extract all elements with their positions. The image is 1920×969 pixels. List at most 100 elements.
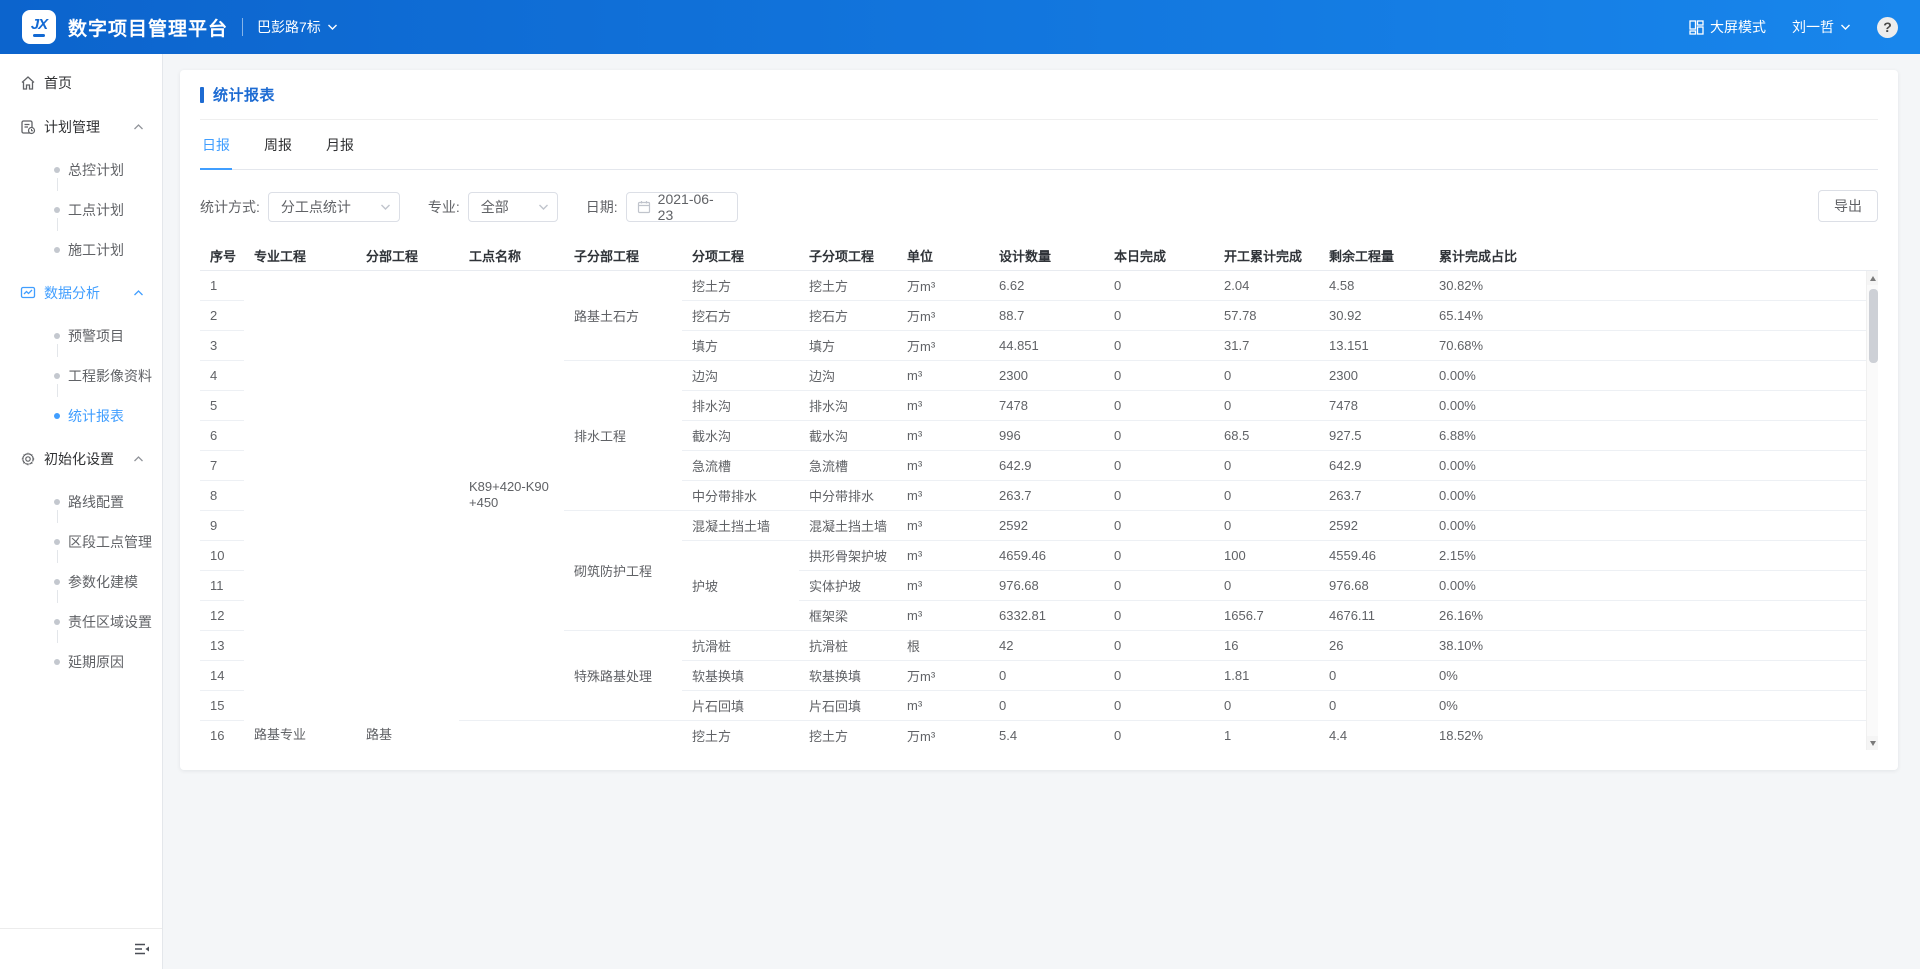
column-header: 本日完成 [1104, 242, 1214, 270]
chevron-up-icon [133, 455, 144, 463]
table-cell: 片石回填 [682, 690, 799, 720]
table-cell: 0 [1104, 690, 1214, 720]
user-menu[interactable]: 刘一哲 [1792, 17, 1851, 37]
table-cell: 2.15% [1429, 540, 1878, 570]
sidebar-subitem[interactable]: 施工计划 [0, 230, 162, 270]
table-cell: 976.68 [989, 570, 1104, 600]
table-cell: 976.68 [1319, 570, 1429, 600]
stat-method-value: 分工点统计 [281, 197, 380, 217]
sidebar-subitem[interactable]: 责任区域设置 [0, 602, 162, 642]
date-value: 2021-06-23 [658, 191, 727, 223]
tab-monthly[interactable]: 月报 [324, 135, 356, 169]
table-cell: 7 [200, 450, 244, 480]
column-header: 剩余工程量 [1319, 242, 1429, 270]
table-cell: m³ [897, 510, 989, 540]
table-cell: 13 [200, 630, 244, 660]
date-picker[interactable]: 2021-06-23 [626, 192, 738, 222]
table-cell: 0 [1104, 720, 1214, 750]
table-cell: 片石回填 [799, 690, 897, 720]
table-cell: 截水沟 [682, 420, 799, 450]
table-cell: 26.16% [1429, 600, 1878, 630]
table-cell: 7478 [989, 390, 1104, 420]
table-cell: 2300 [1319, 360, 1429, 390]
sidebar-subitem-label: 总控计划 [68, 160, 124, 180]
tab-daily[interactable]: 日报 [200, 135, 232, 169]
big-screen-mode-button[interactable]: 大屏模式 [1689, 17, 1766, 37]
table-cell: m³ [897, 600, 989, 630]
scroll-down-button[interactable] [1867, 736, 1878, 750]
help-icon[interactable]: ? [1877, 17, 1898, 38]
table-cell: 0 [1104, 450, 1214, 480]
table-cell: m³ [897, 360, 989, 390]
table-cell: 3 [200, 330, 244, 360]
table-cell: 1 [1214, 720, 1319, 750]
scroll-up-button[interactable] [1867, 271, 1878, 285]
export-button[interactable]: 导出 [1818, 190, 1878, 222]
table-cell: 57.78 [1214, 300, 1319, 330]
chevron-down-icon [327, 23, 338, 31]
table-cell: 263.7 [1319, 480, 1429, 510]
table-cell: 万m³ [897, 330, 989, 360]
table-cell: 6.62 [989, 270, 1104, 300]
table-cell: 软基换填 [682, 660, 799, 690]
table-cell: 0 [1104, 630, 1214, 660]
sidebar-group-init-settings[interactable]: 初始化设置 [0, 436, 162, 482]
bullet-icon [54, 539, 60, 545]
scrollbar-thumb[interactable] [1869, 289, 1878, 363]
table-cell: 31.7 [1214, 330, 1319, 360]
column-header: 分部工程 [356, 242, 459, 270]
vertical-scrollbar[interactable] [1866, 271, 1878, 750]
column-header: 开工累计完成 [1214, 242, 1319, 270]
sidebar-subitem[interactable]: 路线配置 [0, 482, 162, 522]
table-cell: 10 [200, 540, 244, 570]
table-cell: 0% [1429, 660, 1878, 690]
table-cell: 万m³ [897, 720, 989, 750]
app-logo: JX [22, 10, 56, 44]
sidebar-subitem[interactable]: 工程影像资料 [0, 356, 162, 396]
table-cell: 0 [1214, 450, 1319, 480]
sidebar-group-data-analysis[interactable]: 数据分析 [0, 270, 162, 316]
major-label: 专业: [428, 197, 460, 217]
sidebar-subitem[interactable]: 参数化建模 [0, 562, 162, 602]
sidebar-subitem[interactable]: 统计报表 [0, 396, 162, 436]
bullet-icon [54, 499, 60, 505]
app-header: JX 数字项目管理平台 巴彭路7标 大屏模式 刘一哲 ? [0, 0, 1920, 54]
sidebar-subitem-label: 施工计划 [68, 240, 124, 260]
calendar-icon [637, 200, 651, 214]
project-selector[interactable]: 巴彭路7标 [257, 17, 338, 37]
sidebar-item-home[interactable]: 首页 [0, 62, 162, 104]
chevron-down-icon [1840, 23, 1851, 31]
table-cell: 0 [1214, 480, 1319, 510]
table-cell: 挖土方 [799, 720, 897, 750]
table-cell: 11 [200, 570, 244, 600]
table-cell: 拱形骨架护坡 [799, 540, 897, 570]
tab-weekly[interactable]: 周报 [262, 135, 294, 169]
table-cell: m³ [897, 450, 989, 480]
date-label: 日期: [586, 197, 618, 217]
filter-bar: 统计方式: 分工点统计 专业: 全部 日期: 2021-06-23 导出 [200, 192, 1878, 222]
table-row: 1路基专业路基K89+420-K90+450路基土石方挖土方挖土方万m³6.62… [200, 270, 1878, 300]
chevron-up-icon [133, 289, 144, 297]
sidebar-subitem[interactable]: 区段工点管理 [0, 522, 162, 562]
table-cell: 1.81 [1214, 660, 1319, 690]
table-cell: 框架梁 [799, 600, 897, 630]
sidebar-subitem[interactable]: 工点计划 [0, 190, 162, 230]
header-divider [242, 18, 243, 36]
major-value: 全部 [481, 197, 538, 217]
sidebar-group-plan[interactable]: 计划管理 [0, 104, 162, 150]
report-table: 序号专业工程分部工程工点名称子分部工程分项工程子分项工程单位设计数量本日完成开工… [200, 242, 1878, 750]
sidebar-subitem[interactable]: 预警项目 [0, 316, 162, 356]
stat-method-select[interactable]: 分工点统计 [268, 192, 400, 222]
table-cell: 根 [897, 630, 989, 660]
table-cell: 8 [200, 480, 244, 510]
bullet-icon [54, 373, 60, 379]
bullet-icon [54, 579, 60, 585]
sidebar-subitem[interactable]: 总控计划 [0, 150, 162, 190]
major-select[interactable]: 全部 [468, 192, 558, 222]
sidebar-subitem-label: 责任区域设置 [68, 612, 152, 632]
table-cell: 18.52% [1429, 720, 1878, 750]
sidebar-subitem[interactable]: 延期原因 [0, 642, 162, 682]
table-cell: 1656.7 [1214, 600, 1319, 630]
sidebar-collapse-button[interactable] [134, 942, 150, 956]
table-cell: 12 [200, 600, 244, 630]
